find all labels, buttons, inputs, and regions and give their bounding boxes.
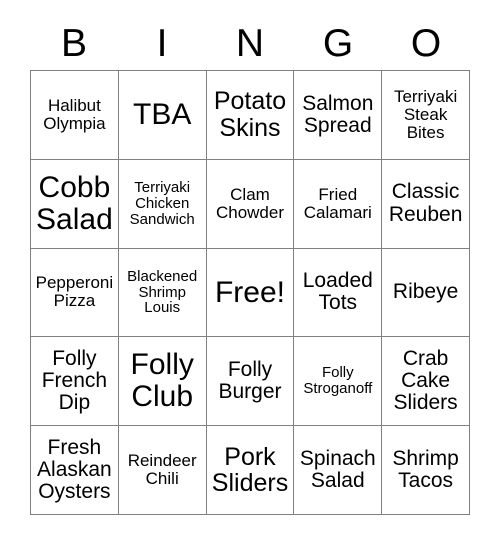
bingo-cell[interactable]: Fried Calamari: [294, 159, 383, 249]
bingo-cell[interactable]: Shrimp Tacos: [382, 426, 470, 515]
bingo-cell[interactable]: Pork Sliders: [206, 426, 295, 515]
bingo-cell-label: Pepperoni Pizza: [35, 273, 114, 311]
bingo-header-row: BINGO: [30, 16, 470, 70]
bingo-cell-label: Folly French Dip: [41, 346, 108, 415]
bingo-cell[interactable]: Fresh Alaskan Oysters: [31, 426, 119, 515]
bingo-cell[interactable]: Loaded Tots: [294, 248, 383, 338]
bingo-cell-label: Potato Skins: [213, 87, 287, 142]
bingo-cell[interactable]: Pepperoni Pizza: [31, 248, 119, 338]
bingo-cell-label: Terriyaki Chicken Sandwich: [129, 178, 195, 228]
bingo-cell-label: Cobb Salad: [36, 170, 113, 236]
bingo-cell-label: Folly Stroganoff: [303, 364, 373, 398]
bingo-cell[interactable]: Blackened Shrimp Louis: [118, 248, 207, 338]
bingo-cell[interactable]: Folly Stroganoff: [294, 337, 383, 427]
bingo-cell[interactable]: Folly Club: [118, 337, 207, 427]
bingo-free-space-label: Free!: [214, 275, 285, 309]
bingo-header-letter-b: B: [60, 21, 87, 65]
bingo-header-letter-g: G: [322, 21, 354, 65]
bingo-cell-label: Halibut Olympia: [43, 95, 106, 133]
bingo-cell[interactable]: Spinach Salad: [294, 426, 383, 515]
bingo-cell-label: Blackened Shrimp Louis: [127, 267, 198, 317]
bingo-cell[interactable]: Ribeye: [382, 248, 470, 338]
bingo-header-letter-n: N: [235, 21, 265, 65]
bingo-cell-label: TBA: [133, 98, 192, 131]
bingo-cell-label: Clam Chowder: [215, 184, 285, 222]
bingo-card: B I N G O Halibut Olympia TBA Potato Skins Salm…: [0, 0, 500, 544]
bingo-cell-label: Terriyaki Steak Bites: [393, 86, 458, 142]
bingo-cell-label: Spinach Salad: [299, 446, 376, 493]
bingo-cell[interactable]: Terriyaki Steak Bites: [382, 71, 470, 160]
bingo-cell[interactable]: Salmon Spread: [294, 71, 383, 160]
bingo-cell[interactable]: Cobb Salad: [31, 159, 119, 249]
bingo-cell-label: Pork Sliders: [211, 442, 289, 498]
bingo-cell[interactable]: Potato Skins: [206, 71, 295, 160]
bingo-cell-label: Folly Burger: [218, 358, 282, 404]
bingo-cell[interactable]: Classic Reuben: [382, 159, 470, 249]
bingo-cell-label: Fried Calamari: [303, 184, 372, 222]
bingo-cell-label: Crab Cake Sliders: [393, 346, 458, 415]
bingo-cell-label: Reindeer Chili: [127, 451, 197, 489]
bingo-cell-label: Ribeye: [392, 280, 459, 304]
bingo-cell-label: Shrimp Tacos: [392, 446, 459, 493]
bingo-header-letter-i: I: [156, 21, 168, 65]
bingo-cell[interactable]: Clam Chowder: [206, 159, 295, 249]
bingo-cell[interactable]: TBA: [118, 71, 207, 160]
bingo-free-space[interactable]: Free!: [206, 248, 295, 338]
bingo-cell-label: Classic Reuben: [388, 180, 463, 226]
bingo-cell-label: Fresh Alaskan Oysters: [37, 435, 112, 504]
bingo-cell[interactable]: Folly Burger: [206, 337, 295, 427]
bingo-cell[interactable]: Crab Cake Sliders: [382, 337, 470, 427]
bingo-header-letter-o: O: [410, 21, 442, 65]
bingo-cell[interactable]: Folly French Dip: [31, 337, 119, 427]
bingo-grid: Halibut Olympia TBA Potato Skins Salmon Spr…: [30, 70, 470, 515]
bingo-cell-label: Salmon Spread: [302, 91, 374, 137]
bingo-cell-label: Loaded Tots: [302, 269, 373, 315]
bingo-cell[interactable]: Reindeer Chili: [118, 426, 207, 515]
bingo-cell[interactable]: Terriyaki Chicken Sandwich: [118, 159, 207, 249]
bingo-cell[interactable]: Halibut Olympia: [31, 71, 119, 160]
bingo-cell-label: Folly Club: [130, 348, 194, 414]
